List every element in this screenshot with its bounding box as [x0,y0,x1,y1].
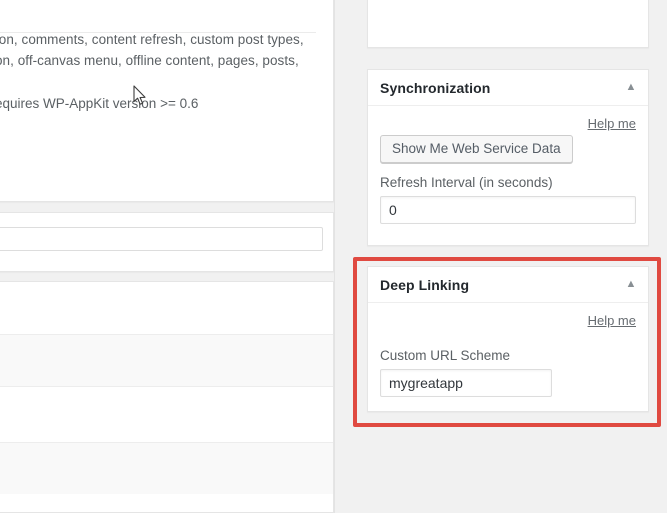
column-seam [334,0,335,513]
synchronization-panel-title: Synchronization [380,80,491,96]
description-block: ton, comments, content refresh, custom p… [0,1,321,114]
component-details-panel-body: Help me ton, comments, content refresh, … [0,0,333,114]
refresh-interval-input[interactable] [380,196,636,224]
secondary-panel [0,212,334,272]
secondary-panel-body [0,213,333,251]
content-divider [0,32,316,33]
table-row[interactable] [0,282,333,334]
list-table [0,282,333,494]
screenshot-root: ▲ Help me ton, comments, content refresh… [0,0,667,513]
table-row[interactable] [0,334,333,386]
synchronization-panel-header[interactable]: Synchronization ▲ [368,70,648,106]
status-panel: Private ▼ [367,0,649,48]
help-row: Help me [380,106,636,135]
component-details-panel: ▲ Help me ton, comments, content refresh… [0,0,334,202]
main-content-column: ▲ Help me ton, comments, content refresh… [0,0,334,513]
table-row[interactable] [0,386,333,442]
synchronization-panel-body: Help me Show Me Web Service Data Refresh… [368,106,648,238]
deep-linking-panel-body: Help me Custom URL Scheme [368,303,648,411]
collapse-arrow-icon[interactable]: ▲ [624,82,638,94]
custom-url-scheme-input[interactable] [380,369,552,397]
help-me-link[interactable]: Help me [588,116,636,132]
help-me-link[interactable]: Help me [588,313,636,329]
deep-linking-panel-title: Deep Linking [380,277,470,293]
list-table-panel [0,281,334,513]
help-row: Help me [380,303,636,332]
sidebar-column: Private ▼ Synchronization ▲ Help me Show… [345,0,667,513]
show-web-service-data-button[interactable]: Show Me Web Service Data [380,135,573,163]
secondary-panel-input[interactable] [0,227,323,251]
description-line-2: on, off-canvas menu, offline content, pa… [0,53,299,68]
refresh-interval-label: Refresh Interval (in seconds) [380,175,553,190]
custom-url-scheme-label: Custom URL Scheme [380,348,511,363]
version-requirement-text: equires WP-AppKit version >= 0.6 [0,96,199,111]
synchronization-panel: Synchronization ▲ Help me Show Me Web Se… [367,69,649,246]
collapse-arrow-icon[interactable]: ▲ [624,279,638,291]
deep-linking-panel: Deep Linking ▲ Help me Custom URL Scheme [367,266,649,412]
table-row[interactable] [0,442,333,494]
deep-linking-panel-header[interactable]: Deep Linking ▲ [368,267,648,303]
